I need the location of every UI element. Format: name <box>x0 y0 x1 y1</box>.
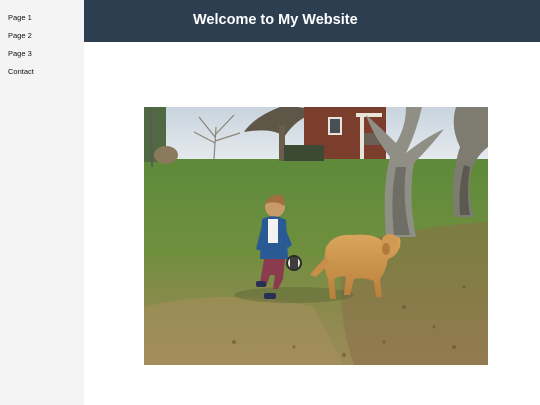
nav-link-page-3[interactable]: Page 3 <box>0 45 84 63</box>
photo-child-and-dog <box>144 107 488 365</box>
page-title: Welcome to My Website <box>193 12 358 28</box>
main-content <box>84 42 540 405</box>
nav-link-page-2[interactable]: Page 2 <box>0 27 84 45</box>
site-header: Welcome to My Website <box>84 0 540 42</box>
nav-link-contact[interactable]: Contact <box>0 63 84 81</box>
nav-list: Page 1 Page 2 Page 3 Contact <box>0 0 84 81</box>
nav-link-page-1[interactable]: Page 1 <box>0 9 84 27</box>
sidebar-nav: Page 1 Page 2 Page 3 Contact <box>0 0 84 405</box>
